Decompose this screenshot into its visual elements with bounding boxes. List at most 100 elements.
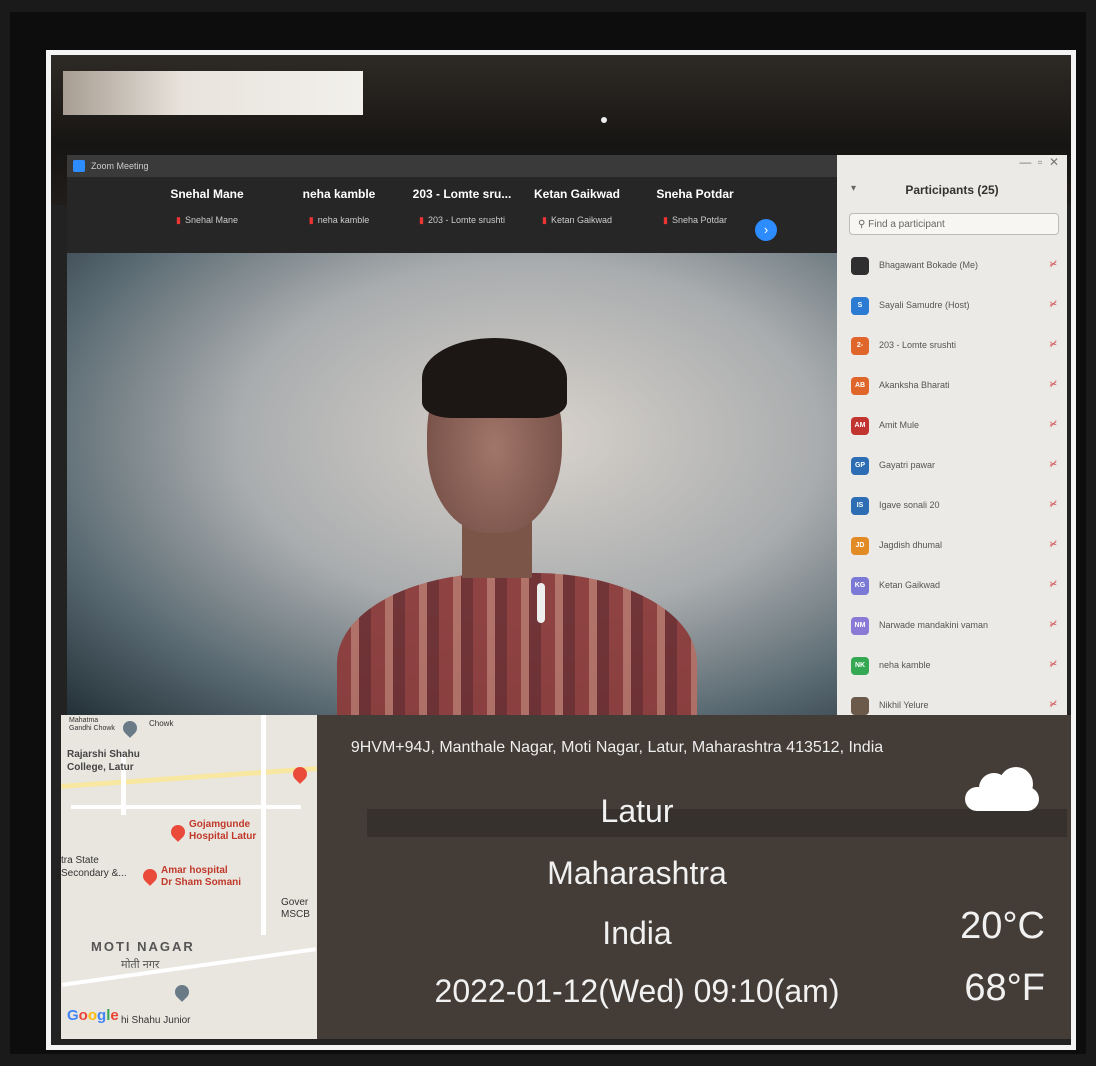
mic-muted-icon: ▮ [308, 215, 314, 225]
participant-row[interactable]: GP Gayatri pawar ✂̸ [851, 455, 1061, 479]
hospital-pin-icon [168, 822, 188, 842]
participant-row[interactable]: KG Ketan Gaikwad ✂̸ [851, 575, 1061, 599]
map-label: Rajarshi Shahu [67, 749, 140, 760]
state-text: Maharashtra [547, 855, 727, 891]
search-icon: ⚲ [858, 219, 866, 230]
temperature-celsius: 20°C [960, 905, 1045, 947]
search-placeholder: Find a participant [868, 219, 945, 230]
mic-muted-icon: ▮ [419, 215, 424, 225]
mic-muted-icon: ✂̸ [1049, 299, 1057, 309]
map-label: Hospital Latur [189, 831, 257, 842]
participant-row[interactable]: AM Amit Mule ✂̸ [851, 415, 1061, 439]
participant-name: Bhagawant Bokade (Me) [879, 260, 979, 270]
location-info-panel: 9HVM+94J, Manthale Nagar, Moti Nagar, La… [317, 715, 1071, 1039]
mic-muted-icon: ✂̸ [1049, 579, 1057, 589]
avatar: NK [851, 657, 869, 675]
chevron-right-icon: › [763, 222, 769, 237]
participant-name: Igave sonali 20 [879, 500, 940, 510]
close-icon[interactable]: ✕ [1049, 155, 1059, 169]
participant-row[interactable]: AB Akanksha Bharati ✂̸ [851, 375, 1061, 399]
mic-muted-icon: ✂̸ [1049, 499, 1057, 509]
webcam-icon [601, 117, 607, 123]
background-window [63, 71, 363, 115]
map-label: Secondary &... [61, 868, 127, 879]
avatar: GP [851, 457, 869, 475]
participant-name: 203 - Lomte srushti [879, 340, 957, 350]
mic-muted-icon: ✂̸ [1049, 259, 1057, 269]
window-controls: — ▫ ✕ [837, 155, 1067, 175]
gallery-tile[interactable]: Snehal Mane ▮ Snehal Mane [147, 187, 267, 226]
mic-muted-icon: ✂̸ [1049, 459, 1057, 469]
mic-muted-icon: ✂̸ [1049, 619, 1057, 629]
tile-label: Ketan Gaikwad [550, 215, 612, 225]
map-label: Dr Sham Somani [161, 877, 242, 888]
city-text: Latur [600, 793, 674, 829]
map-label: Mahatma Gandhi Chowk [69, 717, 115, 732]
participant-name: Amit Mule [879, 420, 920, 430]
participant-name: Akanksha Bharati [879, 380, 950, 390]
participant-row[interactable]: JD Jagdish dhumal ✂̸ [851, 535, 1061, 559]
map-label: MSCB [281, 909, 310, 920]
tile-label: neha kamble [317, 215, 370, 225]
address-text: 9HVM+94J, Manthale Nagar, Moti Nagar, La… [350, 739, 884, 756]
map-road [71, 805, 301, 809]
gallery-strip: Snehal Mane ▮ Snehal Mane neha kamble ▮ ne… [67, 177, 837, 253]
mic-muted-icon: ✂̸ [1049, 379, 1057, 389]
avatar [851, 257, 869, 275]
minimize-icon[interactable]: — [1019, 155, 1031, 169]
map-label: Amar hospital [161, 865, 228, 876]
avatar: KG [851, 577, 869, 595]
window-title: Zoom Meeting [91, 161, 149, 171]
map-label: College, Latur [67, 762, 134, 773]
mic-muted-icon: ▮ [542, 215, 547, 225]
earphone [537, 583, 545, 623]
gallery-tile[interactable]: Sneha Potdar ▮ Sneha Potdar [635, 187, 755, 226]
geotag-overlay: Mahatma Gandhi Chowk Chowk Rajarshi Shah… [51, 715, 1071, 1045]
avatar: AM [851, 417, 869, 435]
gallery-tile[interactable]: 203 - Lomte sru... ▮ 203 - Lomte srushti [402, 187, 522, 226]
avatar: NM [851, 617, 869, 635]
mic-muted-icon: ▮ [663, 215, 668, 225]
screen-photo: Zoom Meeting Snehal Mane ▮ Snehal Mane ne… [46, 50, 1076, 1050]
tile-name: Snehal Mane [170, 187, 244, 201]
avatar: AB [851, 377, 869, 395]
country-text: India [602, 915, 672, 951]
avatar: IS [851, 497, 869, 515]
participants-title: Participants (25) [905, 183, 999, 197]
mic-muted-icon: ✂̸ [1049, 659, 1057, 669]
avatar [851, 697, 869, 715]
participant-row[interactable]: Bhagawant Bokade (Me) ✂̸ [851, 255, 1061, 279]
zoom-window: Zoom Meeting Snehal Mane ▮ Snehal Mane ne… [67, 155, 1067, 715]
location-map: Mahatma Gandhi Chowk Chowk Rajarshi Shah… [61, 715, 317, 1039]
place-pin-icon [120, 718, 140, 738]
google-logo: Google [67, 1007, 119, 1024]
gallery-tile[interactable]: Ketan Gaikwad ▮ Ketan Gaikwad [517, 187, 637, 226]
participant-name: Gayatri pawar [879, 460, 936, 470]
participant-search-input[interactable]: ⚲ Find a participant [849, 213, 1059, 235]
participant-row[interactable]: 2- 203 - Lomte srushti ✂̸ [851, 335, 1061, 359]
map-label: Gojamgunde [189, 819, 251, 830]
mic-muted-icon: ✂̸ [1049, 699, 1057, 709]
participant-row[interactable]: S Sayali Samudre (Host) ✂̸ [851, 295, 1061, 319]
map-road [261, 715, 266, 935]
participant-name: Sayali Samudre (Host) [879, 300, 970, 310]
mic-muted-icon: ✂̸ [1049, 419, 1057, 429]
datetime-text: 2022-01-12(Wed) 09:10(am) [434, 973, 840, 1009]
avatar: 2- [851, 337, 869, 355]
map-label: tra State [61, 855, 99, 866]
participant-name: Narwade mandakini vaman [879, 620, 989, 630]
tile-name: Ketan Gaikwad [533, 187, 621, 201]
gallery-tile[interactable]: neha kamble ▮ neha kamble [279, 187, 399, 226]
photo-frame: Zoom Meeting Snehal Mane ▮ Snehal Mane ne… [10, 12, 1086, 1054]
hospital-pin-icon [140, 866, 160, 886]
maximize-icon[interactable]: ▫ [1038, 155, 1042, 169]
participant-row[interactable]: NM Narwade mandakini vaman ✂̸ [851, 615, 1061, 639]
tile-name: Sneha Potdar [656, 187, 734, 201]
temperature-fahrenheit: 68°F [964, 967, 1045, 1009]
mic-muted-icon: ✂̸ [1049, 339, 1057, 349]
participant-row[interactable]: IS Igave sonali 20 ✂̸ [851, 495, 1061, 519]
next-page-button[interactable]: › [755, 219, 777, 241]
participant-name: Ketan Gaikwad [879, 580, 941, 590]
participant-row[interactable]: NK neha kamble ✂̸ [851, 655, 1061, 679]
participants-panel: — ▫ ✕ ▾ Participants (25) ⚲ Find a parti… [837, 155, 1067, 715]
